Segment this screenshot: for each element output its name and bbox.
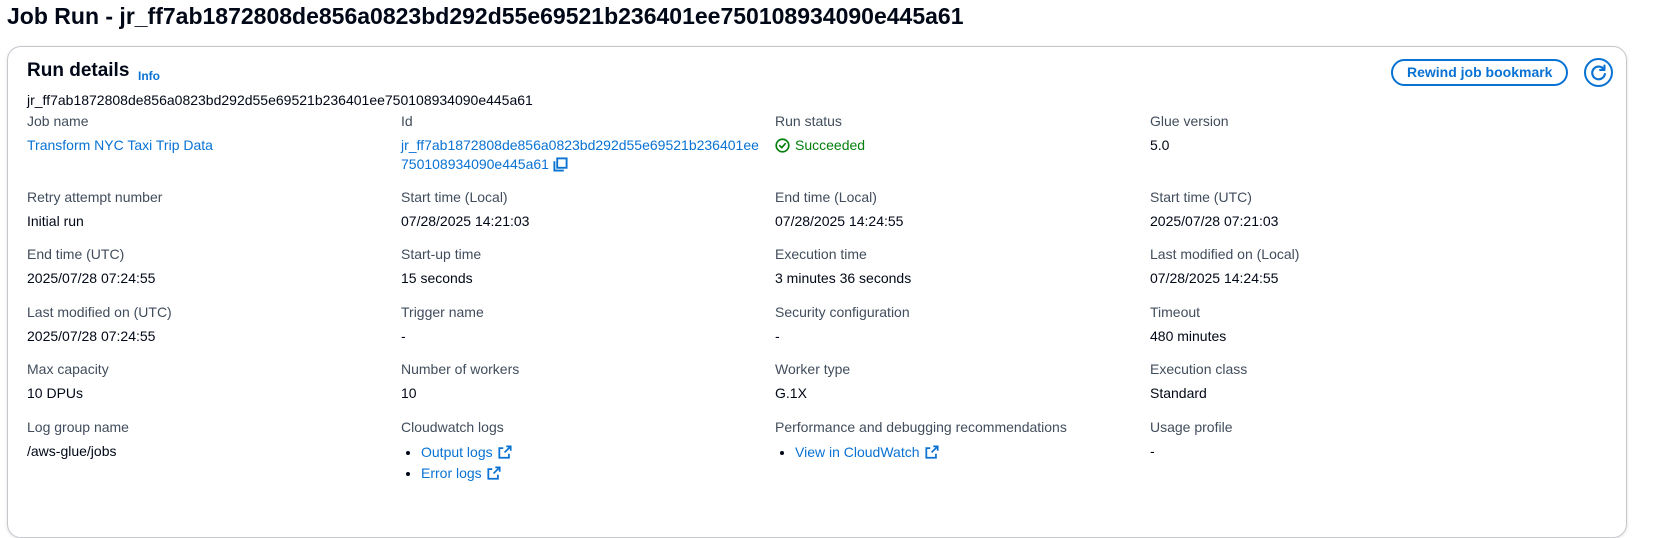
list-item: View in CloudWatch [795,442,1145,463]
success-check-icon [775,138,790,153]
field-value: 07/28/2025 14:24:55 [775,213,904,229]
field-value: 5.0 [1150,137,1170,153]
field-worker-type: Worker type G.1X [775,360,1145,403]
info-link[interactable]: Info [138,69,160,83]
field-glue-version: Glue version 5.0 [1150,112,1520,155]
field-performance-recommendations: Performance and debugging recommendation… [775,418,1145,463]
field-label: Performance and debugging recommendation… [775,419,1067,435]
field-timeout: Timeout 480 minutes [1150,303,1520,346]
list-item: Output logs [421,442,771,463]
status-badge: Succeeded [795,137,866,153]
field-label: Max capacity [27,361,109,377]
field-label: Trigger name [401,304,484,320]
field-start-time-local: Start time (Local) 07/28/2025 14:21:03 [401,188,771,231]
field-label: Id [401,113,413,129]
field-value: 10 DPUs [27,385,84,401]
field-value: - [775,328,780,344]
list-item: Error logs [421,463,771,484]
cloudwatch-logs-list: Output logs Error logs [401,442,771,483]
field-execution-class: Execution class Standard [1150,360,1520,403]
run-id-link[interactable]: jr_ff7ab1872808de856a0823bd292d55e69521b… [401,137,759,172]
field-label: Execution time [775,246,867,262]
field-startup-time: Start-up time 15 seconds [401,245,771,288]
field-max-capacity: Max capacity 10 DPUs [27,360,397,403]
field-id: Id jr_ff7ab1872808de856a0823bd292d55e695… [401,112,771,174]
field-label: Start time (UTC) [1150,189,1252,205]
field-number-of-workers: Number of workers 10 [401,360,771,403]
field-label: Usage profile [1150,419,1233,435]
field-label: Start-up time [401,246,482,262]
field-end-time-local: End time (Local) 07/28/2025 14:24:55 [775,188,1145,231]
performance-links-list: View in CloudWatch [775,442,1145,463]
field-label: Last modified on (Local) [1150,246,1300,262]
refresh-button[interactable] [1584,58,1613,87]
output-logs-link[interactable]: Output logs [421,444,493,460]
field-label: Execution class [1150,361,1248,377]
field-log-group-name: Log group name /aws-glue/jobs [27,418,397,461]
field-value: 2025/07/28 07:24:55 [27,270,156,286]
field-retry-attempt: Retry attempt number Initial run [27,188,397,231]
field-end-time-utc: End time (UTC) 2025/07/28 07:24:55 [27,245,397,288]
field-value: 480 minutes [1150,328,1227,344]
field-label: Number of workers [401,361,520,377]
field-value: 07/28/2025 14:24:55 [1150,270,1279,286]
field-value: 07/28/2025 14:21:03 [401,213,530,229]
run-id-subtitle: jr_ff7ab1872808de856a0823bd292d55e69521b… [27,92,533,108]
field-value: Standard [1150,385,1207,401]
field-label: Glue version [1150,113,1229,129]
run-details-panel: Run details Info jr_ff7ab1872808de856a08… [7,46,1627,538]
field-label: Worker type [775,361,851,377]
external-link-icon [498,445,512,459]
field-value: 2025/07/28 07:24:55 [27,328,156,344]
field-label: Timeout [1150,304,1201,320]
field-execution-time: Execution time 3 minutes 36 seconds [775,245,1145,288]
field-cloudwatch-logs: Cloudwatch logs Output logs Error logs [401,418,771,483]
field-last-modified-local: Last modified on (Local) 07/28/2025 14:2… [1150,245,1520,288]
field-value: 3 minutes 36 seconds [775,270,912,286]
field-label: Log group name [27,419,129,435]
field-run-status: Run status Succeeded [775,112,1145,155]
error-logs-link[interactable]: Error logs [421,465,482,481]
field-last-modified-utc: Last modified on (UTC) 2025/07/28 07:24:… [27,303,397,346]
field-label: Run status [775,113,842,129]
copy-icon[interactable] [553,157,568,172]
page-title: Job Run - jr_ff7ab1872808de856a0823bd292… [7,3,964,29]
view-in-cloudwatch-link[interactable]: View in CloudWatch [795,444,920,460]
field-value: 2025/07/28 07:21:03 [1150,213,1279,229]
field-security-configuration: Security configuration - [775,303,1145,346]
field-label: Security configuration [775,304,910,320]
field-value: 10 [401,385,417,401]
job-name-link[interactable]: Transform NYC Taxi Trip Data [27,137,213,153]
field-label: Start time (Local) [401,189,508,205]
rewind-job-bookmark-button[interactable]: Rewind job bookmark [1391,59,1569,86]
field-usage-profile: Usage profile - [1150,418,1520,461]
external-link-icon [487,465,501,480]
field-job-name: Job name Transform NYC Taxi Trip Data [27,112,397,155]
field-label: Retry attempt number [27,189,163,205]
field-label: End time (Local) [775,189,877,205]
field-label: Last modified on (UTC) [27,304,172,320]
field-label: Cloudwatch logs [401,419,504,435]
refresh-icon [1591,64,1606,81]
field-value: Initial run [27,213,84,229]
external-link-icon [924,445,939,459]
field-value: 15 seconds [401,270,473,286]
field-value: - [401,328,406,344]
panel-title: Run details [27,60,130,81]
field-trigger-name: Trigger name - [401,303,771,346]
field-label: End time (UTC) [27,246,125,262]
field-start-time-utc: Start time (UTC) 2025/07/28 07:21:03 [1150,188,1520,231]
field-label: Job name [27,113,89,129]
field-value: /aws-glue/jobs [27,443,117,459]
field-value: - [1150,443,1155,459]
field-value: G.1X [775,385,807,401]
